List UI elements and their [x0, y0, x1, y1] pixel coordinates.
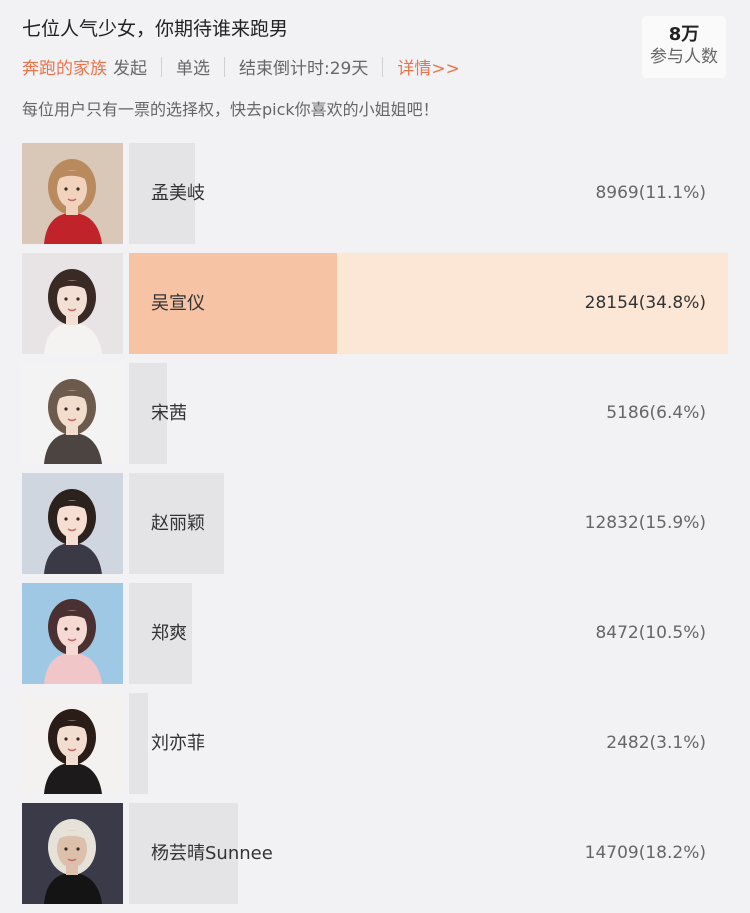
vote-result: 2482(3.1%): [606, 733, 706, 753]
poll-meta: 奔跑的家族 发起 单选 结束倒计时:29天 详情>>: [22, 54, 460, 79]
candidate-name: 吴宣仪: [151, 293, 205, 314]
participants-badge: 8万 参与人数: [642, 16, 726, 78]
candidate-photo: [22, 363, 123, 464]
candidate-photo: [22, 803, 123, 904]
candidate-photo: [22, 693, 123, 794]
vote-result: 8472(10.5%): [595, 623, 706, 643]
poll-option[interactable]: 郑爽 8472(10.5%): [22, 583, 728, 684]
poll-option[interactable]: 杨芸晴Sunnee 14709(18.2%): [22, 803, 728, 904]
vote-bar: 杨芸晴Sunnee 14709(18.2%): [129, 803, 728, 904]
vote-result: 8969(11.1%): [595, 183, 706, 203]
details-link[interactable]: 详情>>: [397, 54, 460, 79]
poll-author-suffix: 发起: [113, 59, 147, 79]
poll-option[interactable]: 赵丽颖 12832(15.9%): [22, 473, 728, 574]
poll-option[interactable]: 宋茜 5186(6.4%): [22, 363, 728, 464]
vote-bar-fill: [129, 693, 148, 794]
candidate-photo: [22, 143, 123, 244]
candidate-name: 赵丽颖: [151, 513, 205, 534]
poll-option[interactable]: 吴宣仪 28154(34.8%): [22, 253, 728, 354]
poll-option[interactable]: 刘亦菲 2482(3.1%): [22, 693, 728, 794]
candidate-name: 郑爽: [151, 623, 187, 644]
meta-divider: [382, 56, 384, 77]
candidate-name: 孟美岐: [151, 183, 205, 204]
meta-divider: [161, 56, 162, 77]
candidate-name: 杨芸晴Sunnee: [151, 843, 273, 864]
poll-author-link[interactable]: 奔跑的家族: [22, 54, 107, 79]
vote-result: 14709(18.2%): [584, 843, 706, 863]
vote-bar: 郑爽 8472(10.5%): [129, 583, 728, 684]
poll-header: 七位人气少女，你期待谁来跑男 奔跑的家族 发起 单选 结束倒计时:29天 详情>…: [22, 0, 728, 140]
candidate-photo: [22, 583, 123, 684]
poll-option[interactable]: 孟美岐 8969(11.1%): [22, 143, 728, 244]
poll-options-list: 孟美岐 8969(11.1%) 吴宣仪 28154(34.8%) 宋茜 5186(6.4%…: [22, 143, 728, 913]
poll-description: 每位用户只有一票的选择权，快去pick你喜欢的小姐姐吧！: [22, 100, 439, 119]
participants-count: 8万: [668, 24, 700, 45]
candidate-name: 刘亦菲: [151, 733, 205, 754]
vote-result: 28154(34.8%): [584, 293, 706, 313]
poll-countdown: 结束倒计时:29天: [239, 59, 369, 79]
poll-title: 七位人气少女，你期待谁来跑男: [22, 18, 289, 40]
candidate-photo: [22, 253, 123, 354]
vote-result: 5186(6.4%): [606, 403, 706, 423]
candidate-photo: [22, 473, 123, 574]
poll-type: 单选: [176, 59, 210, 79]
candidate-name: 宋茜: [151, 403, 187, 424]
vote-bar: 孟美岐 8969(11.1%): [129, 143, 728, 244]
vote-bar: 刘亦菲 2482(3.1%): [129, 693, 728, 794]
vote-bar: 赵丽颖 12832(15.9%): [129, 473, 728, 574]
vote-bar: 宋茜 5186(6.4%): [129, 363, 728, 464]
vote-result: 12832(15.9%): [584, 513, 706, 533]
meta-divider: [224, 56, 225, 77]
participants-label: 参与人数: [650, 47, 718, 67]
vote-bar: 吴宣仪 28154(34.8%): [129, 253, 728, 354]
